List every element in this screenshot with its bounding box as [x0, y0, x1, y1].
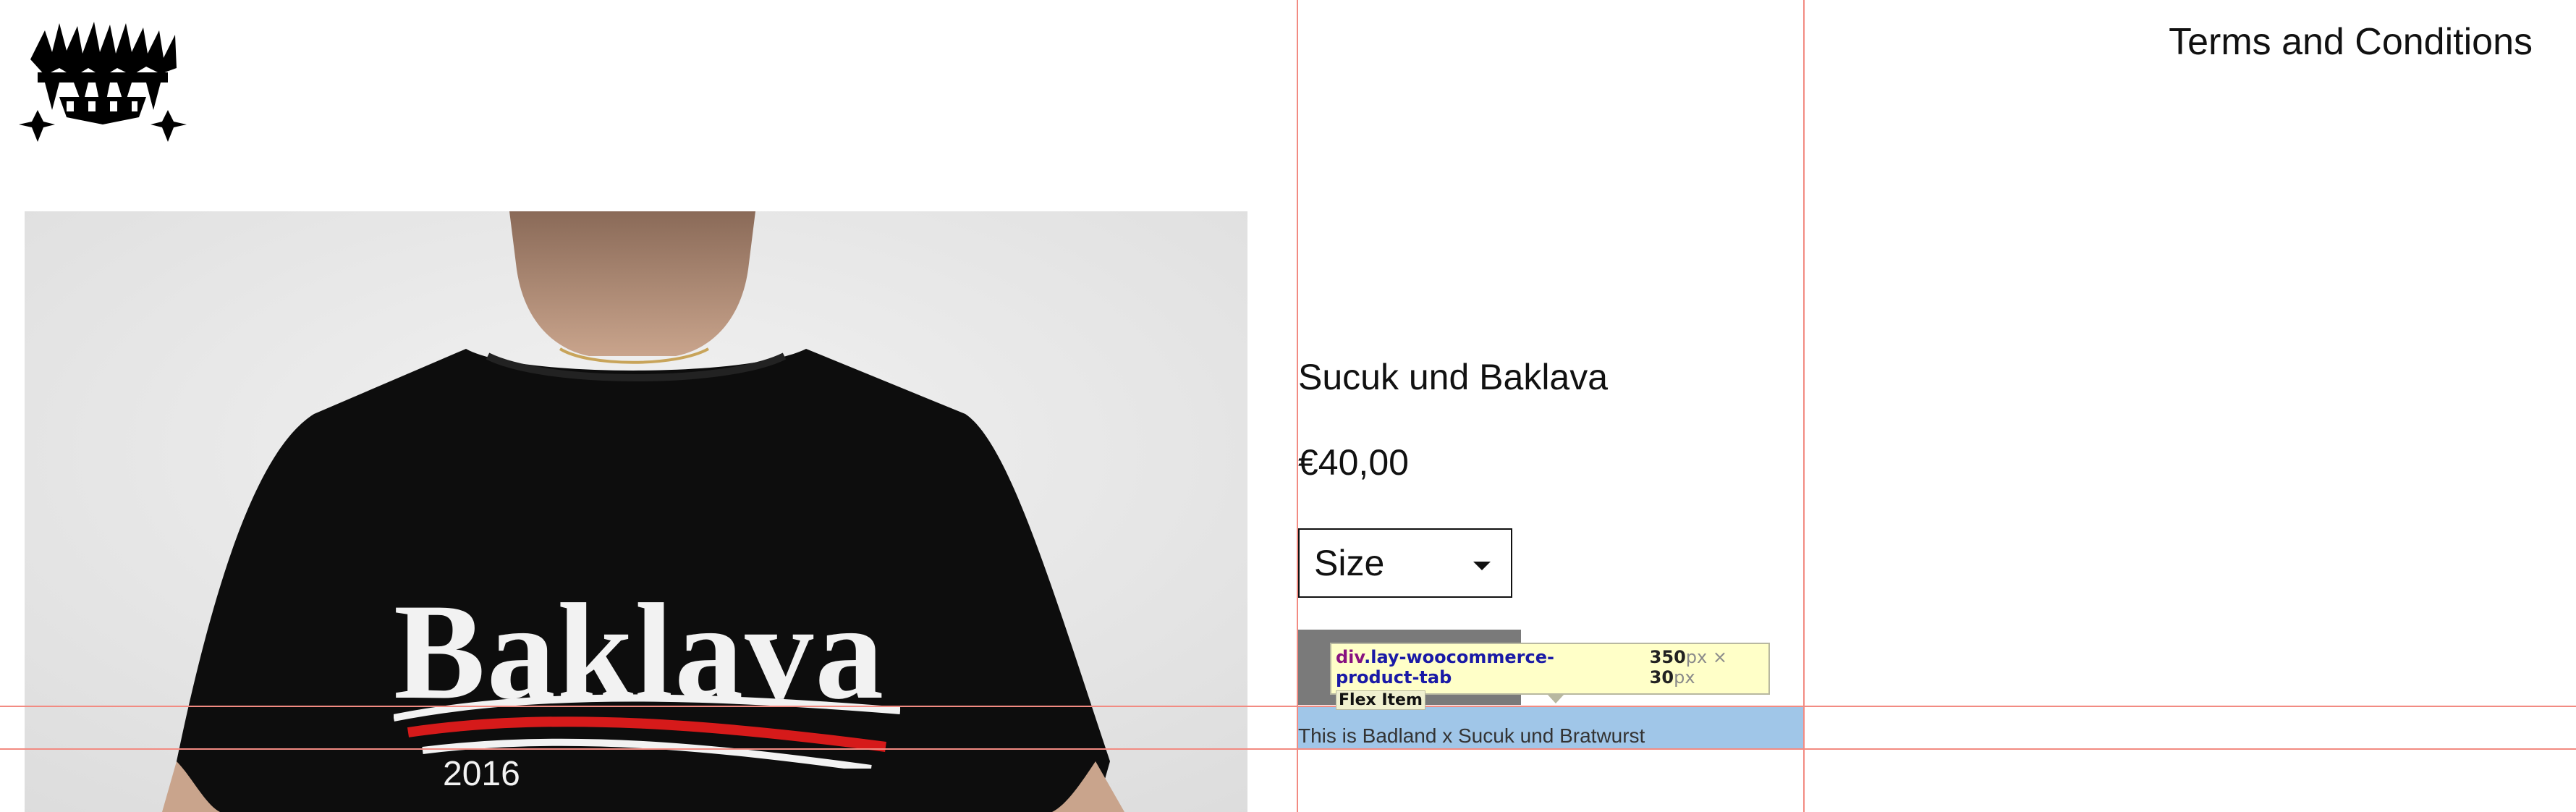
inspector-width: 350	[1649, 647, 1686, 667]
page: Terms and Conditions Baklava 2016 Sucuk …	[0, 0, 2576, 812]
inspector-tag: div	[1336, 647, 1365, 667]
tooltip-arrow-icon	[1547, 694, 1564, 703]
terms-and-conditions-link[interactable]: Terms and Conditions	[2169, 20, 2533, 64]
site-logo[interactable]	[16, 16, 190, 149]
inspector-class: .lay-woocommerce-product-tab	[1336, 647, 1554, 688]
product-image[interactable]: Baklava 2016	[25, 211, 1247, 812]
guide-line-bottom	[0, 748, 2576, 750]
inspector-height: 30	[1649, 667, 1674, 688]
inspector-width-unit: px	[1685, 647, 1708, 667]
print-year: 2016	[443, 755, 520, 793]
chevron-down-icon	[1473, 562, 1491, 570]
inspector-tooltip: div.lay-woocommerce-product-tab 350px × …	[1330, 643, 1770, 710]
flex-item-badge: Flex Item	[1336, 690, 1425, 710]
guide-line-right	[1803, 0, 1805, 812]
product-price: €40,00	[1298, 442, 1409, 483]
guide-line-left	[1297, 0, 1298, 812]
guide-line-top	[0, 706, 2576, 707]
black-metal-logo-icon	[19, 22, 187, 142]
size-select-label: Size	[1314, 543, 1385, 583]
inspector-height-unit: px	[1674, 667, 1695, 688]
product-tab-text: This is Badland x Sucuk und Bratwurst	[1298, 724, 1645, 747]
inspector-times: ×	[1712, 647, 1727, 667]
size-select[interactable]: Size	[1298, 528, 1512, 598]
product-title: Sucuk und Baklava	[1298, 357, 1609, 397]
